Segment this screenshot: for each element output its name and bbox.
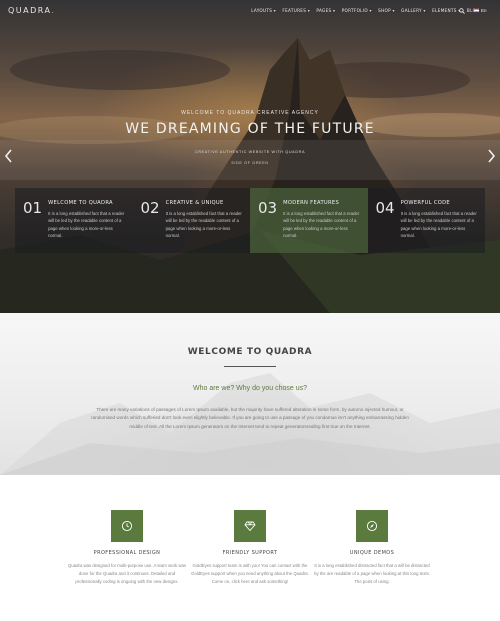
feature-number: 01 [23,199,43,217]
welcome-background-image [0,373,500,475]
feature-number: 04 [375,199,395,217]
nav-label: PORTFOLIO [341,8,368,13]
flag-us-icon [474,8,479,13]
chevron-down-icon: ▾ [423,8,426,13]
nav-item-pages[interactable]: PAGES ▾ [313,8,338,13]
nav-label: ELEMENTS [432,8,457,13]
feature-box-active[interactable]: 03 MODERN FEATURES It is a long establis… [250,188,368,253]
feature-title: POWERFUL CODE [400,200,451,206]
nav-label: LAYOUTS [251,8,273,13]
nav-label: GALLERY [401,8,422,13]
hero-overlay [0,0,500,313]
language-code: En [481,8,487,13]
feature-box[interactable]: 04 POWERFUL CODE It is a long establishe… [367,188,485,253]
service-item: PROFESSIONAL DESIGN Quadra was designed … [67,510,187,585]
nav-item-shop[interactable]: SHOP ▾ [375,8,398,13]
service-text: Quadra was designed for multi-purpose us… [68,563,186,584]
feature-number: 03 [258,199,278,217]
nav-label: FEATURES [282,8,307,13]
service-title: UNIQUE DEMOS [349,550,395,556]
feature-text: It is a long established fact that a rea… [283,211,360,239]
top-navigation: QUADRA. LAYOUTS ▾ FEATURES ▾ PAGES ▾ PORTFO… [0,0,500,22]
language-selector[interactable]: En [474,8,487,13]
feature-box[interactable]: 02 CREATIVE & UNIQUE It is a long establ… [132,188,250,253]
nav-label: PAGES [316,8,332,13]
feature-number: 02 [140,199,160,217]
nav-item-layouts[interactable]: LAYOUTS ▾ [248,8,279,13]
hero-slider: QUADRA. LAYOUTS ▾ FEATURES ▾ PAGES ▾ PORTFO… [0,0,500,313]
feature-text: It is a long established fact that a rea… [165,211,242,239]
chevron-left-icon[interactable] [3,148,13,164]
feature-text: It is a long established fact that a rea… [400,211,477,239]
title-divider [224,366,276,367]
logo-dot: . [51,6,56,15]
clock-icon [121,520,133,532]
service-title: PROFESSIONAL DESIGN [93,550,161,556]
chevron-down-icon: ▾ [369,8,372,13]
hero-title: WE DREAMING OF THE FUTURE [125,121,375,137]
chevron-down-icon: ▾ [333,8,336,13]
service-icon-box [356,510,388,542]
feature-text: It is a long established fact that a rea… [48,211,125,239]
chevron-down-icon: ▾ [392,8,395,13]
service-title: FRIENDLY SUPPORT [222,550,278,556]
service-item: FRIENDLY SUPPORT GoldEyes support team i… [190,510,310,585]
section-title: WELCOME TO QUADRA [187,347,313,357]
nav-item-portfolio[interactable]: PORTFOLIO ▾ [339,8,375,13]
feature-boxes: 01 WELCOME TO QUADRA It is a long establ… [15,188,485,253]
service-text: It is a long established distracted fact… [314,563,430,584]
service-icon-box [111,510,143,542]
main-menu: LAYOUTS ▾ FEATURES ▾ PAGES ▾ PORTFOLIO ▾ SHO… [248,8,483,13]
section-subtitle: Who are we? Why do you chose us? [192,385,307,392]
hero-subtitle: CREATIVE AUTHENTIC WEBSITE WITH QUADRA [194,150,306,154]
service-item: UNIQUE DEMOS It is a long established di… [312,510,432,585]
nav-label: SHOP [378,8,391,13]
nav-item-features[interactable]: FEATURES ▾ [279,8,313,13]
section-paragraph: There are many variations of passages of… [91,407,409,429]
logo-text: QUADRA [8,6,52,15]
service-icon-box [234,510,266,542]
services-section: PROFESSIONAL DESIGN Quadra was designed … [0,475,500,621]
feature-title: MODERN FEATURES [283,200,340,206]
feature-title: CREATIVE & UNIQUE [165,200,224,206]
feature-box[interactable]: 01 WELCOME TO QUADRA It is a long establ… [15,188,133,253]
feature-title: WELCOME TO QUADRA [48,200,113,206]
welcome-section: WELCOME TO QUADRA Who are we? Why do you… [0,313,500,475]
diamond-icon [244,521,256,532]
service-text: GoldEyes support team is with you! You c… [191,563,309,584]
search-icon[interactable] [459,8,465,14]
compass-icon [366,520,378,532]
chevron-down-icon: ▾ [273,8,276,13]
chevron-right-icon[interactable] [487,148,497,164]
site-logo[interactable]: QUADRA. [8,6,55,15]
chevron-down-icon: ▾ [307,8,311,13]
hero-link[interactable]: SIDE OF GREEN [0,161,500,165]
nav-item-gallery[interactable]: GALLERY ▾ [398,8,429,13]
hero-welcome-text: WELCOME TO QUADRA CREATIVE AGENCY [181,110,319,116]
